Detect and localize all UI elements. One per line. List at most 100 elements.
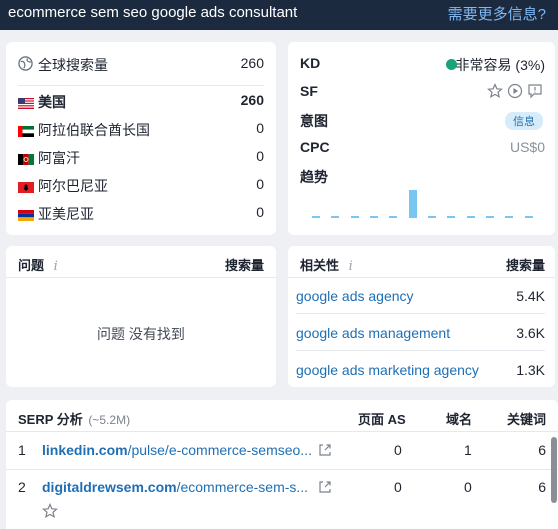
trend-chart [312,190,544,218]
al-flag-icon [18,180,34,193]
serp-domains: 1 [464,442,472,458]
global-volume-row: 全球搜索量 260 [6,50,276,78]
related-header: 相关性 i [300,255,353,274]
divider [6,469,558,470]
country-volume: 0 [256,176,264,192]
questions-volume-header: 搜索量 [224,258,264,273]
serp-path: /pulse/e-commerce-semseo... [127,442,312,458]
scrollbar-thumb[interactable] [551,437,557,503]
related-item: google ads management 3.6K [288,320,555,348]
am-flag-icon [18,208,34,221]
serp-header: SERP 分析 (~5.2M) [18,409,130,428]
country-name: 阿拉伯联合酋长国 [38,122,150,138]
country-row-af: 阿富汗 0 [6,143,276,171]
country-name: 美国 [38,94,66,110]
trend-label: 趋势 [300,169,328,185]
global-volume-value: 260 [240,55,264,71]
column-keywords: 关键词 [506,412,546,427]
trend-bar [428,216,436,218]
divider [296,313,545,314]
serp-domain: digitaldrewsem.com [42,479,177,495]
external-link-icon[interactable] [318,480,332,499]
divider [288,277,555,278]
column-page-as: 页面 AS [358,412,406,427]
serp-url-link[interactable]: linkedin.com/pulse/e-commerce-semseo... [42,442,312,458]
country-name: 阿富汗 [38,150,80,166]
related-volume-header: 搜索量 [505,258,545,273]
country-name: 亚美尼亚 [38,206,94,222]
serp-row: 1 linkedin.com/pulse/e-commerce-semseo..… [6,437,558,465]
star-icon [487,83,503,104]
video-icon [507,83,523,104]
questions-title: 问题 [18,258,45,273]
serp-url-link[interactable]: digitaldrewsem.com/ecommerce-sem-s... [42,479,308,495]
serp-path: /ecommerce-sem-s... [176,479,309,495]
country-volume: 0 [256,148,264,164]
questions-card: 问题 i 搜索量 问题 没有找到 [6,246,276,387]
serp-keywords: 6 [538,442,546,458]
divider [6,431,558,432]
cpc-row: CPC US$0 [288,134,555,162]
kd-label: KD [300,55,321,71]
info-icon[interactable]: i [54,259,58,274]
serp-page-as: 0 [394,442,402,458]
keyword-title: ecommerce sem seo google ads consultant [8,4,298,21]
serp-card: SERP 分析 (~5.2M) 页面 AS 域名 关键词 1 linkedin.… [6,400,558,529]
related-item: google ads marketing agency 1.3K [288,357,555,385]
trend-bar [351,216,359,218]
intent-row: 意图 信息 [288,106,555,134]
kd-row: KD 非常容易 (3%) [288,50,555,78]
serp-keywords: 6 [538,479,546,495]
trend-bar [447,216,455,218]
related-keyword-link[interactable]: google ads marketing agency [296,362,479,378]
questions-empty-state: 问题 没有找到 [97,326,185,342]
cpc-value: US$0 [509,139,545,155]
country-volume: 260 [240,92,264,108]
sf-row: SF [288,78,555,106]
trend-bar [312,216,320,218]
kd-value: 非常容易 (3%) [455,57,545,73]
review-icon [527,83,543,104]
related-volume: 5.4K [516,288,545,304]
divider [296,350,545,351]
divider [18,85,264,86]
serp-page-as: 0 [394,479,402,495]
af-flag-icon [18,152,34,165]
column-domains: 域名 [446,412,473,427]
serp-rank: 1 [18,442,26,458]
intent-badge: 信息 [505,112,543,130]
trend-bar [409,190,417,218]
trend-bar [505,216,513,218]
ae-flag-icon [18,124,34,137]
trend-bar [486,216,494,218]
trend-bar [389,216,397,218]
country-volume: 0 [256,204,264,220]
external-link-icon[interactable] [318,443,332,462]
info-icon[interactable]: i [349,259,353,274]
country-row-am: 亚美尼亚 0 [6,199,276,227]
serp-title: SERP 分析 [18,412,83,427]
serp-domains: 0 [464,479,472,495]
related-volume: 1.3K [516,362,545,378]
country-row-ae: 阿拉伯联合酋长国 0 [6,115,276,143]
serp-count: (~5.2M) [88,413,131,427]
related-keyword-link[interactable]: google ads agency [296,288,414,304]
country-row-al: 阿尔巴尼亚 0 [6,171,276,199]
related-item: google ads agency 5.4K [288,283,555,311]
intent-label: 意图 [300,113,328,129]
serp-rank: 2 [18,479,26,495]
us-flag-icon [18,96,34,109]
related-card: 相关性 i 搜索量 google ads agency 5.4K google … [288,246,555,387]
trend-row: 趋势 [288,162,555,190]
country-row-us: 美国 260 [6,87,276,115]
related-title: 相关性 [300,258,340,273]
trend-bar [370,216,378,218]
star-icon[interactable] [42,503,58,524]
related-volume: 3.6K [516,325,545,341]
country-volume: 0 [256,120,264,136]
serp-row: 2 digitaldrewsem.com/ecommerce-sem-s... … [6,474,558,502]
related-keyword-link[interactable]: google ads management [296,325,450,341]
serp-domain: linkedin.com [42,442,128,458]
globe-icon [18,56,33,76]
more-info-link[interactable]: 需要更多信息? [448,3,546,24]
